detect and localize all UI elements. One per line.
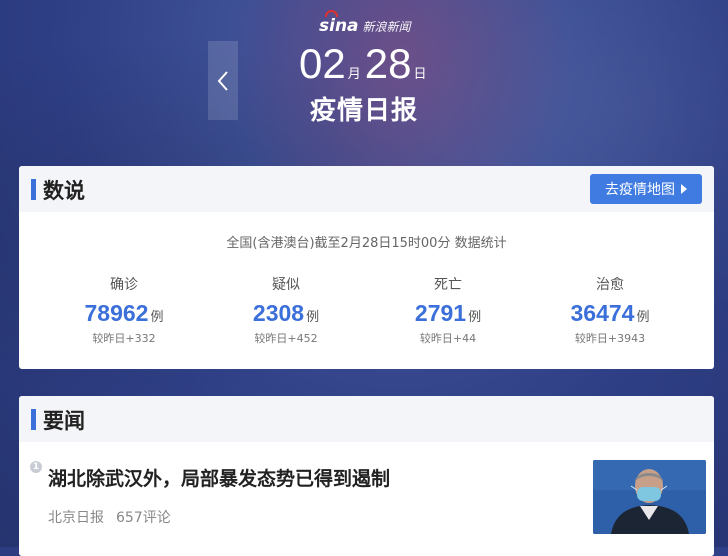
stat-deaths: 死亡 2791 例 较昨日+44 <box>367 274 529 346</box>
stat-label: 死亡 <box>434 277 462 293</box>
stat-suspected: 疑似 2308 例 较昨日+452 <box>205 274 367 346</box>
date-month-unit: 月 <box>347 67 361 82</box>
news-card: 要闻 1 湖北除武汉外，局部暴发态势已得到遏制 北京日报 657评论 <box>19 396 714 556</box>
heading-accent-bar <box>31 179 36 200</box>
date-day-unit: 日 <box>413 67 427 82</box>
news-source: 北京日报 <box>48 510 104 526</box>
stat-value: 2308 <box>252 300 305 326</box>
heading-accent-bar <box>31 409 36 430</box>
stat-delta: 较昨日+44 <box>419 332 477 345</box>
date-day: 28 <box>364 40 412 87</box>
stat-delta: 较昨日+3943 <box>574 332 646 345</box>
stat-label: 疑似 <box>272 277 300 293</box>
stat-unit: 例 <box>468 310 482 325</box>
news-comments[interactable]: 657评论 <box>116 510 171 526</box>
brand: sina 新浪新闻 <box>319 10 411 37</box>
stat-delta: 较昨日+452 <box>254 332 318 345</box>
stat-label: 确诊 <box>110 277 138 293</box>
stat-label: 治愈 <box>596 277 624 293</box>
news-meta: 北京日报 657评论 <box>48 507 171 527</box>
stats-heading: 数说 <box>43 179 85 203</box>
person-image <box>593 460 706 534</box>
caret-right-icon <box>681 184 687 194</box>
go-to-map-label: 去疫情地图 <box>605 181 675 197</box>
stats-row: 确诊 78962 例 较昨日+332 疑似 2308 例 较昨日+452 死亡 27… <box>19 274 714 346</box>
brand-name: 新浪新闻 <box>362 19 411 34</box>
stat-confirmed: 确诊 78962 例 较昨日+332 <box>43 274 205 346</box>
stat-value: 2791 <box>414 300 467 326</box>
stats-subline: 全国(含港澳台)截至2月28日15时00分 数据统计 <box>226 236 507 251</box>
stat-unit: 例 <box>636 310 650 325</box>
page-title: 疫情日报 <box>309 96 418 126</box>
go-to-map-button[interactable]: 去疫情地图 <box>590 174 702 204</box>
news-headline[interactable]: 湖北除武汉外，局部暴发态势已得到遏制 <box>48 464 390 491</box>
date-month: 02 <box>299 40 346 87</box>
stats-card-header: 数说 去疫情地图 <box>19 166 714 212</box>
rank-badge: 1 <box>30 461 42 473</box>
chevron-left-icon <box>217 70 228 91</box>
news-item[interactable]: 1 湖北除武汉外，局部暴发态势已得到遏制 北京日报 657评论 <box>19 442 714 556</box>
stat-recovered: 治愈 36474 例 较昨日+3943 <box>529 274 691 346</box>
stat-unit: 例 <box>150 310 164 325</box>
news-thumbnail[interactable] <box>593 460 706 534</box>
stat-unit: 例 <box>306 310 320 325</box>
stat-delta: 较昨日+332 <box>92 332 156 345</box>
stat-value: 78962 <box>84 300 149 326</box>
date: 02 月28 日 <box>299 40 430 88</box>
news-heading: 要闻 <box>43 409 85 433</box>
news-card-header: 要闻 <box>19 396 714 442</box>
stat-value: 36474 <box>570 300 635 326</box>
stats-card: 数说 去疫情地图 全国(含港澳台)截至2月28日15时00分 数据统计 确诊 7… <box>19 166 714 369</box>
sina-logo: sina <box>319 10 359 36</box>
